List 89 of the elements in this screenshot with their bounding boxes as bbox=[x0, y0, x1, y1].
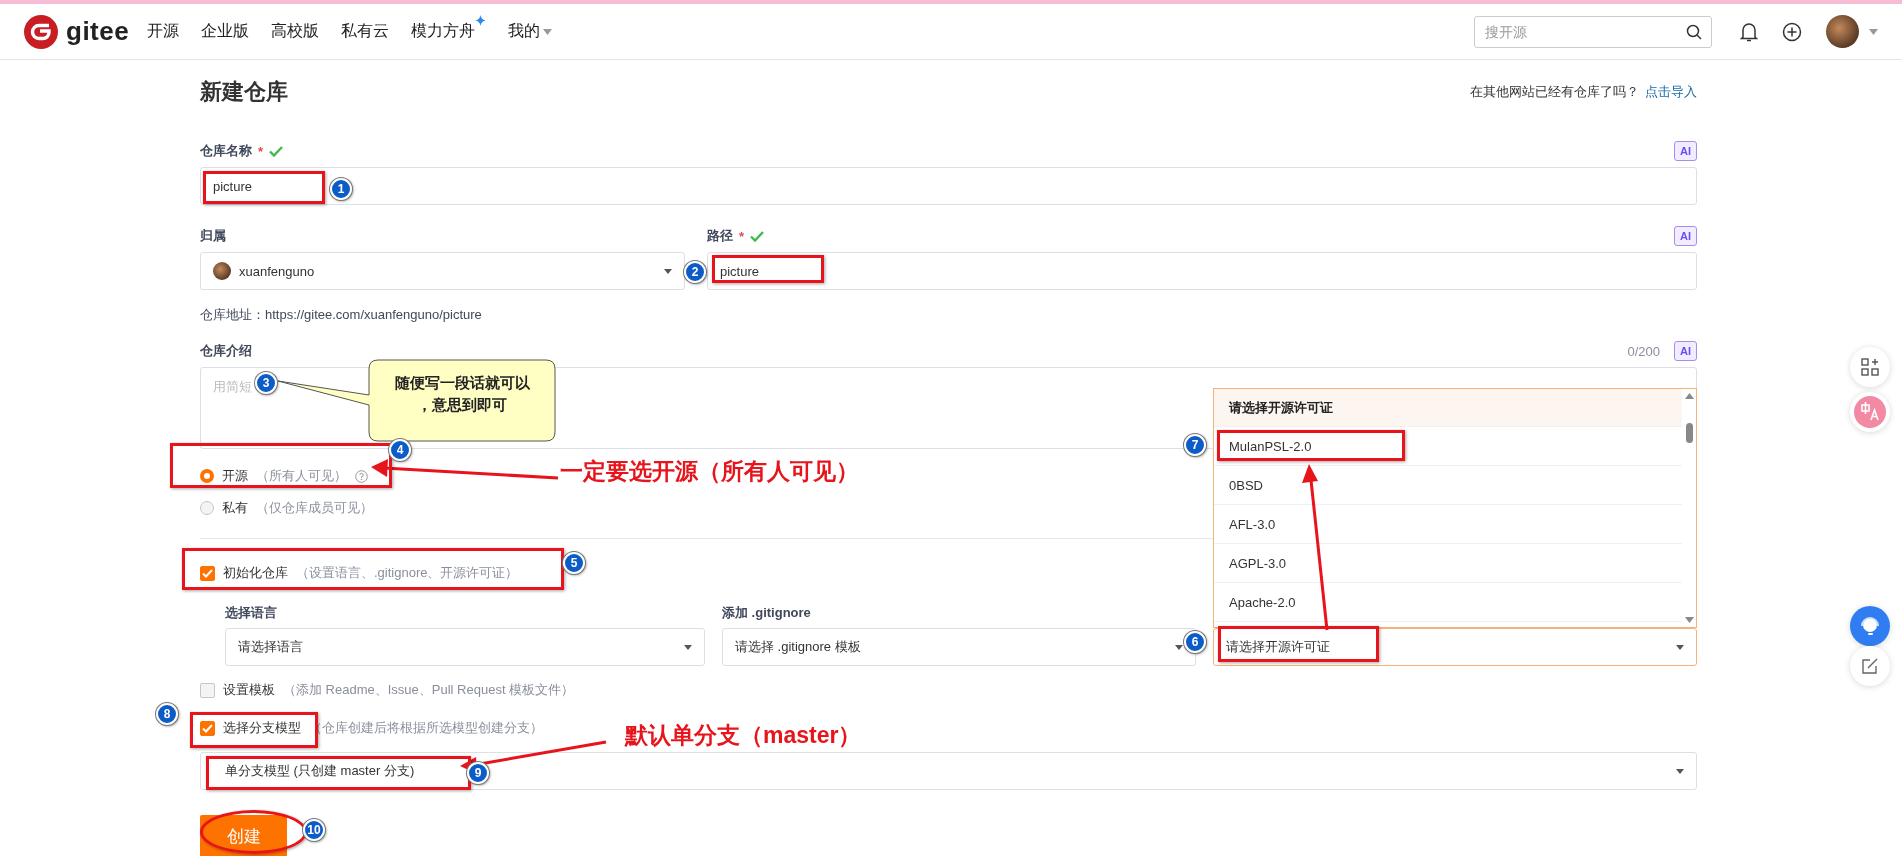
input-field[interactable]: picture bbox=[707, 252, 1697, 290]
option-hint: （所有人可见） bbox=[256, 467, 347, 485]
dropdown-header: 请选择开源许可证 bbox=[1214, 389, 1682, 427]
callout-text: 随便写一段话就可以 bbox=[393, 373, 531, 393]
ai-button[interactable]: AI bbox=[1674, 141, 1697, 161]
field-label: 归属 bbox=[200, 227, 226, 245]
step-marker: 8 bbox=[156, 703, 178, 725]
edit-icon bbox=[1861, 657, 1879, 675]
callout-text: ，意思到即可 bbox=[416, 395, 508, 415]
nav-link[interactable]: 模力方舟 bbox=[411, 15, 487, 42]
caret-icon bbox=[1175, 644, 1183, 650]
required-mark: * bbox=[739, 228, 745, 244]
sparkle-icon bbox=[475, 15, 487, 26]
feedback-button[interactable] bbox=[1850, 646, 1890, 686]
import-link[interactable]: 点击导入 bbox=[1645, 83, 1697, 101]
language-select[interactable]: 请选择语言 bbox=[225, 628, 705, 666]
step-marker: 9 bbox=[467, 762, 489, 784]
scroll-up-icon[interactable] bbox=[1684, 393, 1694, 399]
step-marker: 2 bbox=[684, 261, 706, 283]
search-field[interactable]: 搜开源 bbox=[1474, 15, 1712, 48]
step-marker: 1 bbox=[330, 178, 352, 200]
option-hint: （仅仓库成员可见） bbox=[256, 499, 373, 517]
check-icon bbox=[750, 230, 765, 242]
step-marker: 5 bbox=[563, 552, 585, 574]
option-hint: （设置语言、.gitignore、开源许可证） bbox=[296, 564, 519, 582]
field-label: 仓库介绍 bbox=[200, 342, 252, 360]
nav-link[interactable]: 我的 bbox=[508, 21, 553, 42]
logo-text[interactable]: gitee bbox=[66, 16, 130, 47]
radio-label: 开源 bbox=[222, 467, 248, 485]
plus-icon[interactable] bbox=[1782, 21, 1802, 42]
checkbox[interactable] bbox=[200, 720, 215, 736]
translate-button[interactable] bbox=[1850, 392, 1890, 432]
char-counter: 0/200 bbox=[1627, 343, 1660, 359]
apps-button[interactable] bbox=[1850, 347, 1890, 387]
ai-button[interactable]: AI bbox=[1674, 226, 1697, 246]
nav-link[interactable]: 开源 bbox=[147, 21, 180, 42]
step-marker: 6 bbox=[1184, 631, 1206, 653]
dropdown-option[interactable]: AGPL-3.0 bbox=[1214, 544, 1682, 583]
support-button[interactable] bbox=[1850, 606, 1890, 646]
search-icon bbox=[1686, 23, 1702, 40]
import-question: 在其他网站已经有仓库了吗？ bbox=[1470, 83, 1639, 101]
scroll-thumb[interactable] bbox=[1685, 423, 1693, 443]
nav-link[interactable]: 私有云 bbox=[341, 21, 390, 42]
caret-icon bbox=[1676, 644, 1684, 650]
caret-icon bbox=[543, 28, 553, 35]
step-marker: 7 bbox=[1184, 434, 1206, 456]
field-label: 仓库名称 bbox=[200, 142, 252, 160]
radio-label: 私有 bbox=[222, 499, 248, 517]
field-label: 添加 .gitignore bbox=[722, 604, 812, 622]
owner-select[interactable]: xuanfenguno bbox=[200, 252, 685, 290]
dropdown-option[interactable]: MulanPSL-2.0 bbox=[1214, 427, 1682, 466]
nav-link[interactable]: 企业版 bbox=[201, 21, 250, 42]
caret-icon[interactable] bbox=[1869, 28, 1878, 35]
check-icon bbox=[269, 145, 284, 157]
radio-button[interactable] bbox=[200, 469, 214, 483]
avatar[interactable] bbox=[1826, 15, 1859, 48]
required-mark: * bbox=[258, 143, 264, 159]
step-marker: 4 bbox=[389, 439, 411, 461]
checkbox-label: 设置模板 bbox=[223, 681, 275, 699]
ai-button[interactable]: AI bbox=[1674, 341, 1697, 361]
headset-icon bbox=[1859, 615, 1881, 637]
checkbox[interactable] bbox=[200, 565, 215, 581]
apps-icon bbox=[1861, 358, 1879, 376]
caret-icon bbox=[664, 268, 672, 274]
license-select[interactable]: 请选择开源许可证 bbox=[1213, 628, 1697, 666]
help-icon[interactable] bbox=[355, 469, 368, 483]
checkbox-label: 初始化仓库 bbox=[223, 564, 288, 582]
dropdown-option[interactable]: AFL-3.0 bbox=[1214, 505, 1682, 544]
step-marker: 3 bbox=[255, 372, 277, 394]
logo-icon bbox=[24, 14, 58, 49]
radio-button[interactable] bbox=[200, 501, 214, 515]
dropdown-option[interactable]: Apache-2.0 bbox=[1214, 583, 1682, 622]
annotation-note: 一定要选开源（所有人可见） bbox=[560, 457, 859, 486]
option-hint: （添加 Readme、Issue、Pull Request 模板文件） bbox=[283, 681, 575, 699]
repo-address: 仓库地址：https://gitee.com/xuanfenguno/picture bbox=[200, 306, 483, 324]
avatar bbox=[213, 262, 231, 280]
annotation-note: 默认单分支（master） bbox=[625, 721, 862, 750]
field-label: 选择语言 bbox=[225, 604, 278, 622]
nav-link[interactable]: 高校版 bbox=[271, 21, 320, 42]
translate-icon bbox=[1854, 396, 1886, 428]
checkbox[interactable] bbox=[200, 682, 215, 698]
field-label: 路径 bbox=[707, 227, 733, 245]
caret-icon bbox=[684, 644, 692, 650]
caret-icon bbox=[1676, 768, 1684, 774]
scroll-down-icon[interactable] bbox=[1684, 617, 1694, 623]
page-title: 新建仓库 bbox=[200, 78, 288, 106]
checkbox-label: 选择分支模型 bbox=[223, 719, 301, 737]
bell-icon[interactable] bbox=[1740, 21, 1758, 42]
step-marker: 10 bbox=[303, 819, 325, 841]
